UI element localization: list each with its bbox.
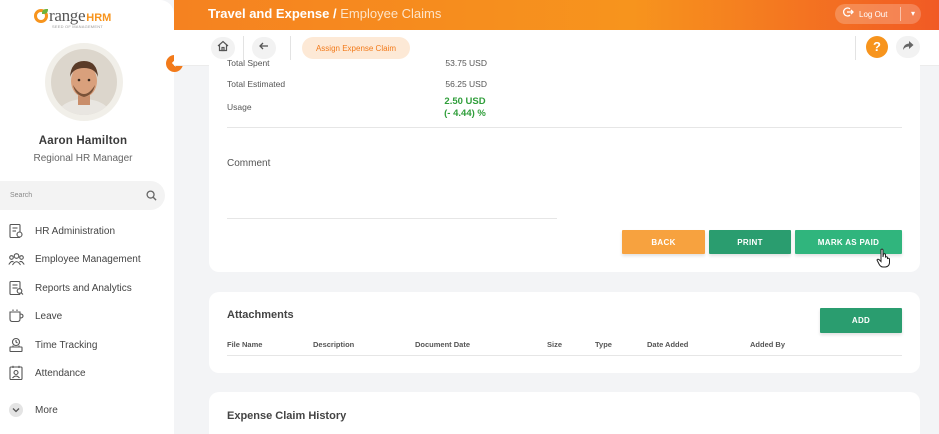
- column-header[interactable]: Date Added: [647, 340, 688, 349]
- orangehrm-logo[interactable]: range HRM SEED OF MANAGEMENT: [34, 6, 112, 29]
- comment-label: Comment: [227, 158, 271, 169]
- assign-expense-claim-button[interactable]: Assign Expense Claim: [302, 37, 410, 59]
- total-estimated-label: Total Estimated: [227, 79, 286, 89]
- column-header[interactable]: File Name: [227, 340, 262, 349]
- share-button[interactable]: [896, 36, 920, 58]
- back-nav-button[interactable]: [252, 37, 276, 59]
- top-bar: Travel and Expense / Employee Claims Log…: [174, 0, 939, 30]
- chevron-down-icon[interactable]: ▾: [911, 9, 915, 18]
- sidebar-item-label: Time Tracking: [35, 339, 98, 351]
- usage-label: Usage: [227, 102, 252, 112]
- avatar-ring: [45, 43, 123, 121]
- hand-cursor-icon: [876, 248, 892, 273]
- people-icon: [7, 250, 25, 268]
- logo-tagline: SEED OF MANAGEMENT: [52, 24, 103, 29]
- home-button[interactable]: [211, 37, 235, 59]
- sidebar-item-label: HR Administration: [35, 225, 116, 237]
- sidebar-item-more[interactable]: More: [7, 400, 58, 420]
- total-estimated-value: 56.25 USD: [445, 79, 487, 89]
- add-attachment-button[interactable]: ADD: [820, 308, 902, 333]
- divider: [227, 127, 902, 128]
- usage-percent: (- 4.44) %: [444, 108, 486, 119]
- claim-summary-card: Total Spent 53.75 USD Total Estimated 56…: [209, 58, 920, 272]
- logout-icon: [842, 5, 854, 23]
- comment-field[interactable]: [227, 218, 557, 219]
- sidebar-item-label: More: [35, 404, 58, 416]
- column-header[interactable]: Description: [313, 340, 354, 349]
- page-subtitle: Employee Claims: [336, 6, 442, 21]
- print-button[interactable]: PRINT: [709, 230, 791, 254]
- share-icon: [902, 38, 914, 56]
- sidebar-item-label: Attendance: [35, 367, 86, 379]
- search-box[interactable]: Search: [0, 181, 165, 210]
- page-title: Travel and Expense / Employee Claims: [208, 6, 441, 21]
- sidebar-item-employee-management[interactable]: Employee Management: [7, 249, 141, 269]
- sidebar-item-label: Reports and Analytics: [35, 282, 132, 294]
- column-header[interactable]: Document Date: [415, 340, 470, 349]
- attachments-card: Attachments ADD File Name Description Do…: [209, 292, 920, 373]
- logo-word: range: [49, 6, 86, 25]
- column-header[interactable]: Added By: [750, 340, 785, 349]
- logout-label: Log Out: [859, 9, 888, 19]
- sidebar-item-attendance[interactable]: Attendance: [7, 363, 86, 383]
- attachments-title: Attachments: [227, 309, 294, 321]
- divider: [227, 355, 902, 356]
- chevron-down-icon: [7, 401, 25, 419]
- avatar[interactable]: [51, 49, 117, 115]
- column-header[interactable]: Size: [547, 340, 562, 349]
- search-icon[interactable]: [137, 181, 165, 210]
- hr-admin-icon: [7, 222, 25, 240]
- module-title: Travel and Expense /: [208, 6, 337, 21]
- logout-button[interactable]: Log Out ▾: [835, 4, 921, 24]
- search-input[interactable]: Search: [10, 192, 137, 199]
- usage-value: 2.50 USD: [444, 96, 486, 107]
- history-title: Expense Claim History: [227, 410, 347, 422]
- sidebar-item-time-tracking[interactable]: Time Tracking: [7, 335, 97, 355]
- time-icon: [7, 336, 25, 354]
- user-role: Regional HR Manager: [33, 153, 133, 164]
- sidebar-item-reports-and-analytics[interactable]: Reports and Analytics: [7, 278, 132, 298]
- logo-o-icon: [34, 9, 48, 23]
- back-button[interactable]: BACK: [622, 230, 705, 254]
- attendance-icon: [7, 364, 25, 382]
- sidebar-item-label: Employee Management: [35, 253, 141, 265]
- total-spent-value: 53.75 USD: [445, 58, 487, 68]
- column-header[interactable]: Type: [595, 340, 612, 349]
- home-icon: [217, 39, 229, 57]
- sidebar-item-label: Leave: [35, 310, 63, 322]
- sidebar-item-leave[interactable]: Leave: [7, 306, 62, 326]
- help-button[interactable]: ?: [866, 36, 888, 58]
- leave-icon: [7, 307, 25, 325]
- claim-history-card: Expense Claim History: [209, 392, 920, 434]
- arrow-left-icon: [258, 39, 270, 57]
- sidebar: range HRM SEED OF MANAGEMENT Aaron Hamil…: [0, 0, 174, 434]
- total-spent-label: Total Spent: [227, 58, 270, 68]
- report-icon: [7, 279, 25, 297]
- logo-suffix: HRM: [86, 12, 112, 24]
- sidebar-item-hr-administration[interactable]: HR Administration: [7, 221, 115, 241]
- user-name: Aaron Hamilton: [38, 135, 128, 147]
